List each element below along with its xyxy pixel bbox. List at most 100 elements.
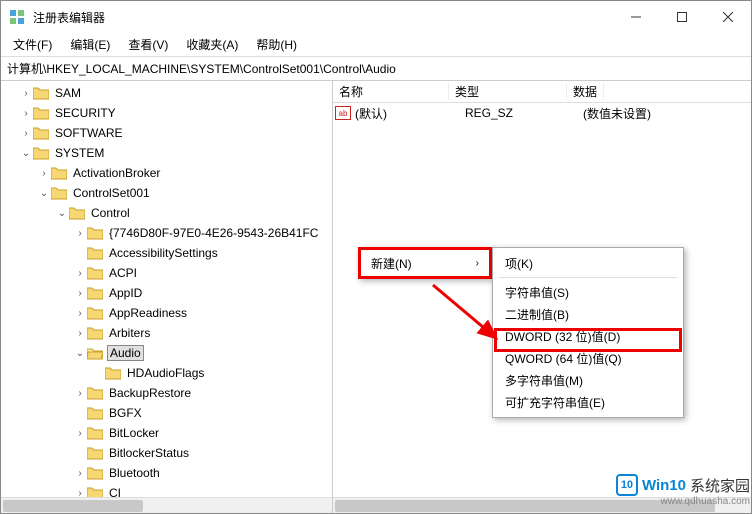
folder-icon	[87, 246, 103, 260]
chevron-right-icon[interactable]: ›	[73, 428, 87, 439]
tree-item-sam[interactable]: ›SAM	[1, 83, 332, 103]
tree-item-bitlockerstatus[interactable]: BitlockerStatus	[1, 443, 332, 463]
chevron-right-icon[interactable]: ›	[73, 328, 87, 339]
chevron-down-icon[interactable]: ⌄	[19, 148, 33, 159]
watermark: 10 Win10 系统家园 www.qdhuasha.com	[616, 474, 750, 496]
value-data: (数值未设置)	[583, 105, 651, 122]
tree-pane: ›SAM ›SECURITY ›SOFTWARE ⌄SYSTEM ›Activa…	[1, 81, 333, 513]
context-submenu-new: 项(K) 字符串值(S) 二进制值(B) DWORD (32 位)值(D) QW…	[492, 247, 684, 418]
chevron-right-icon[interactable]: ›	[73, 468, 87, 479]
window-title: 注册表编辑器	[33, 9, 613, 26]
folder-icon	[87, 386, 103, 400]
tree-item-acpi[interactable]: ›ACPI	[1, 263, 332, 283]
folder-icon	[51, 186, 67, 200]
chevron-right-icon[interactable]: ›	[19, 88, 33, 99]
chevron-right-icon[interactable]: ›	[73, 308, 87, 319]
folder-icon	[105, 366, 121, 380]
tree-item-bitlocker[interactable]: ›BitLocker	[1, 423, 332, 443]
tree-item-bluetooth[interactable]: ›Bluetooth	[1, 463, 332, 483]
menu-view[interactable]: 查看(V)	[120, 34, 176, 55]
watermark-text-1: Win10	[642, 477, 686, 494]
maximize-button[interactable]	[659, 1, 705, 33]
tree-item-software[interactable]: ›SOFTWARE	[1, 123, 332, 143]
watermark-text-2: 系统家园	[690, 475, 750, 496]
menu-item-key[interactable]: 项(K)	[493, 252, 683, 274]
tree-item-system[interactable]: ⌄SYSTEM	[1, 143, 332, 163]
folder-icon	[87, 226, 103, 240]
horizontal-scrollbar[interactable]	[1, 497, 332, 513]
menu-item-dword[interactable]: DWORD (32 位)值(D)	[493, 325, 683, 347]
value-row-default[interactable]: ab (默认) REG_SZ (数值未设置)	[333, 103, 751, 123]
col-data[interactable]: 数据	[567, 83, 604, 100]
menu-bar: 文件(F) 编辑(E) 查看(V) 收藏夹(A) 帮助(H)	[1, 33, 751, 57]
folder-icon	[51, 166, 67, 180]
tree-item-appreadiness[interactable]: ›AppReadiness	[1, 303, 332, 323]
folder-icon	[33, 126, 49, 140]
chevron-right-icon[interactable]: ›	[19, 128, 33, 139]
tree-item-hdaudioflags[interactable]: HDAudioFlags	[1, 363, 332, 383]
menu-item-expandstring[interactable]: 可扩充字符串值(E)	[493, 391, 683, 413]
folder-icon	[87, 446, 103, 460]
folder-icon	[87, 406, 103, 420]
menu-favorites[interactable]: 收藏夹(A)	[178, 34, 246, 55]
chevron-right-icon[interactable]: ›	[73, 388, 87, 399]
menu-item-label: 新建(N)	[371, 255, 412, 272]
tree-item-arbiters[interactable]: ›Arbiters	[1, 323, 332, 343]
tree-item-backuprestore[interactable]: ›BackupRestore	[1, 383, 332, 403]
menu-separator	[499, 277, 677, 278]
minimize-button[interactable]	[613, 1, 659, 33]
folder-icon	[33, 106, 49, 120]
chevron-right-icon[interactable]: ›	[73, 288, 87, 299]
chevron-right-icon[interactable]: ›	[73, 268, 87, 279]
value-name: (默认)	[355, 105, 465, 122]
folder-icon	[87, 286, 103, 300]
chevron-right-icon[interactable]: ›	[19, 108, 33, 119]
chevron-down-icon[interactable]: ⌄	[55, 208, 69, 219]
folder-icon	[69, 206, 85, 220]
menu-item-qword[interactable]: QWORD (64 位)值(Q)	[493, 347, 683, 369]
menu-help[interactable]: 帮助(H)	[248, 34, 305, 55]
chevron-down-icon[interactable]: ⌄	[37, 188, 51, 199]
app-icon	[9, 9, 25, 25]
string-value-icon: ab	[335, 106, 351, 120]
chevron-right-icon: ›	[476, 258, 479, 269]
tree-item-controlset001[interactable]: ⌄ControlSet001	[1, 183, 332, 203]
menu-item-binary[interactable]: 二进制值(B)	[493, 303, 683, 325]
menu-item-string[interactable]: 字符串值(S)	[493, 281, 683, 303]
tree-item-appid[interactable]: ›AppID	[1, 283, 332, 303]
menu-item-multistring[interactable]: 多字符串值(M)	[493, 369, 683, 391]
watermark-logo-icon: 10	[616, 474, 638, 496]
scrollbar-thumb[interactable]	[3, 500, 143, 512]
chevron-down-icon[interactable]: ⌄	[73, 348, 87, 359]
folder-icon	[33, 146, 49, 160]
folder-icon	[33, 86, 49, 100]
column-headers: 名称 类型 数据	[333, 81, 751, 103]
tree-item-activationbroker[interactable]: ›ActivationBroker	[1, 163, 332, 183]
menu-item-new[interactable]: 新建(N) ›	[361, 250, 489, 276]
watermark-url: www.qdhuasha.com	[661, 496, 751, 507]
context-menu-primary: 新建(N) ›	[358, 247, 492, 279]
menu-edit[interactable]: 编辑(E)	[62, 34, 118, 55]
tree-item-audio[interactable]: ⌄Audio	[1, 343, 332, 363]
folder-icon	[87, 306, 103, 320]
tree-item-bgfx[interactable]: BGFX	[1, 403, 332, 423]
col-type[interactable]: 类型	[449, 83, 567, 100]
title-bar: 注册表编辑器	[1, 1, 751, 33]
address-bar[interactable]: 计算机\HKEY_LOCAL_MACHINE\SYSTEM\ControlSet…	[1, 57, 751, 81]
tree-item-accessibility[interactable]: AccessibilitySettings	[1, 243, 332, 263]
folder-icon	[87, 426, 103, 440]
scrollbar-thumb[interactable]	[335, 500, 715, 512]
close-button[interactable]	[705, 1, 751, 33]
address-text: 计算机\HKEY_LOCAL_MACHINE\SYSTEM\ControlSet…	[7, 60, 396, 77]
folder-icon	[87, 266, 103, 280]
tree-item-control[interactable]: ⌄Control	[1, 203, 332, 223]
tree-item-guid[interactable]: ›{7746D80F-97E0-4E26-9543-26B41FC	[1, 223, 332, 243]
folder-open-icon	[87, 346, 103, 360]
value-type: REG_SZ	[465, 106, 583, 120]
tree-item-security[interactable]: ›SECURITY	[1, 103, 332, 123]
menu-file[interactable]: 文件(F)	[5, 34, 60, 55]
chevron-right-icon[interactable]: ›	[73, 228, 87, 239]
chevron-right-icon[interactable]: ›	[37, 168, 51, 179]
folder-icon	[87, 466, 103, 480]
col-name[interactable]: 名称	[333, 83, 449, 100]
